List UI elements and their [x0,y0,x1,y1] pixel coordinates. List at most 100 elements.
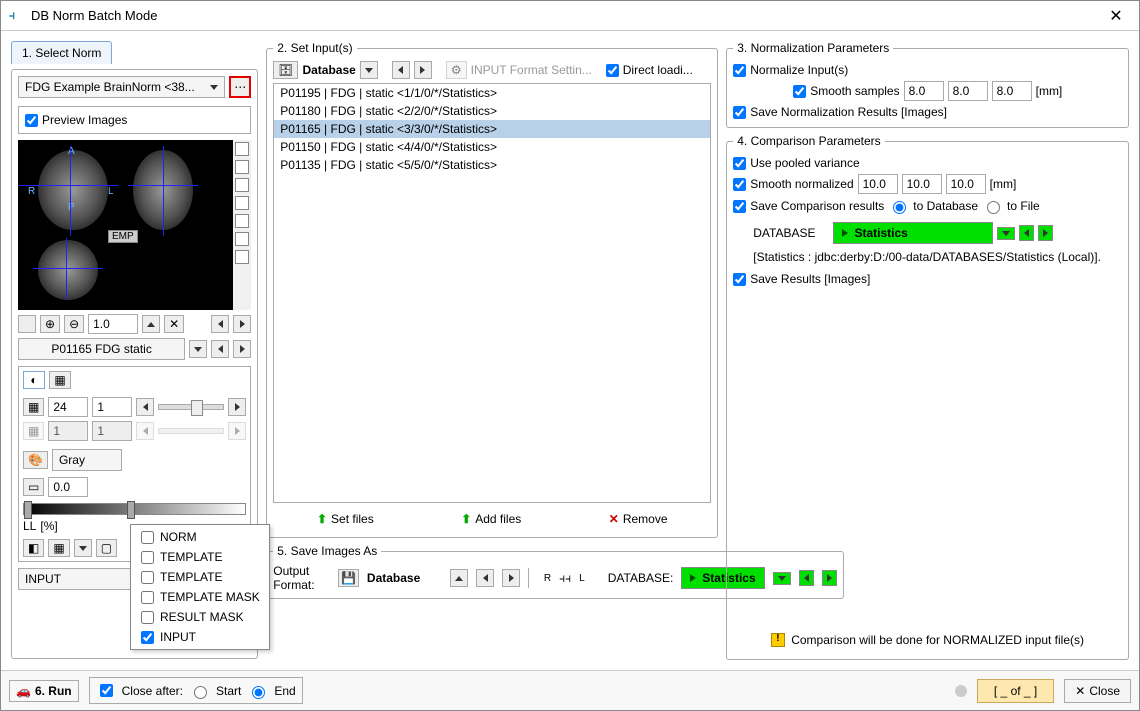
zoom-up-button[interactable] [142,315,160,333]
smooth-n3[interactable] [946,174,986,194]
db-next-button[interactable] [414,61,432,79]
save-results-checkbox[interactable]: Save Results [Images] [733,270,1122,288]
window-close-button[interactable]: ✕ [1101,1,1131,31]
list-item[interactable]: P01165 | FDG | static <3/3/0/*/Statistic… [274,120,710,138]
popup-item-template-mask[interactable]: TEMPLATE MASK [131,587,269,607]
palette-icon[interactable]: 🎨 [23,451,48,469]
save-up-button[interactable] [450,569,468,587]
smooth-n2[interactable] [902,174,942,194]
list-item[interactable]: P01195 | FDG | static <1/1/0/*/Statistic… [274,84,710,102]
frame-a-icon[interactable]: ▦ [23,398,44,416]
bi-2[interactable]: ▦ [48,539,69,557]
zoom-clear-button[interactable]: ✕ [164,315,184,333]
smooth-s1[interactable] [904,81,944,101]
close-icon: ✕ [1075,684,1085,698]
inputs-list[interactable]: P01195 | FDG | static <1/1/0/*/Statistic… [273,83,711,503]
radio-start[interactable] [194,686,207,699]
smooth-n1[interactable] [858,174,898,194]
save-next-button[interactable] [502,569,520,587]
tab-select-norm[interactable]: 1. Select Norm [11,41,112,64]
tab-contrast-icon[interactable]: ◐ [23,371,45,389]
zoom-fit-icon[interactable]: ⊕ [40,315,60,333]
smooth-s3[interactable] [992,81,1032,101]
tab-grid-icon[interactable]: ▦ [49,371,71,389]
frame-a-prev[interactable] [136,398,154,416]
image-dropdown[interactable]: P01165 FDG static [18,338,185,360]
db-dd-button[interactable] [360,61,378,79]
image-next-button[interactable] [233,340,251,358]
zoom-next-button[interactable] [233,315,251,333]
smooth-samples-checkbox[interactable] [793,85,806,98]
tool-icon-4[interactable] [235,196,249,210]
run-button[interactable]: 🚗 6. Run [9,680,79,702]
warning-icon [771,633,785,647]
zoom-reset-icon[interactable]: ⊖ [64,315,84,333]
list-item[interactable]: P01180 | FDG | static <2/2/0/*/Statistic… [274,102,710,120]
bi-dd[interactable] [74,539,92,557]
norm-details-button[interactable]: ⋯ [229,76,251,98]
norm-dropdown[interactable]: FDG Example BrainNorm <38... [18,76,225,98]
pooled-variance-checkbox[interactable]: Use pooled variance [733,154,1122,172]
radio-to-file[interactable] [987,201,1000,214]
normalize-inputs-checkbox[interactable]: Normalize Input(s) [733,61,1122,79]
preview-images-checkbox[interactable]: Preview Images [25,111,244,129]
ellipsis-icon: ⋯ [234,80,246,94]
popup-item-norm[interactable]: NORM [131,527,269,547]
format-gear-icon: ⚙ [446,61,467,79]
close-after-checkbox[interactable] [100,684,113,697]
database-icon[interactable]: 🗄 [273,61,298,79]
image-preview[interactable]: A R L P EMP [18,140,233,310]
tool-icon-1[interactable] [235,142,249,156]
frame-a-slider[interactable] [158,404,224,410]
orient-R: R [28,186,35,197]
empty-check-button[interactable] [18,315,36,333]
pct-label: [%] [40,519,57,533]
zoom-prev-button[interactable] [211,315,229,333]
frame-a-input[interactable] [48,397,88,417]
popup-item-input[interactable]: INPUT [131,627,269,647]
zoom-input[interactable] [88,314,138,334]
smooth-norm-checkbox[interactable] [733,178,746,191]
stats-dd-button[interactable] [997,227,1015,240]
stats-prev-button[interactable] [1019,225,1034,241]
gradient-bar[interactable] [23,503,246,515]
list-item[interactable]: P01135 | FDG | static <5/5/0/*/Statistic… [274,156,710,174]
progress-of-button[interactable]: [ _ of _ ] [977,679,1054,703]
image-dd-button[interactable] [189,340,207,358]
list-item[interactable]: P01150 | FDG | static <4/4/0/*/Statistic… [274,138,710,156]
save-icon[interactable]: 💾 [338,569,359,587]
orient-P: P [68,202,75,213]
popup-item-template1[interactable]: TEMPLATE [131,547,269,567]
radio-end[interactable] [252,686,265,699]
opacity-input[interactable] [48,477,88,497]
tool-icon-3[interactable] [235,178,249,192]
tool-icon-6[interactable] [235,232,249,246]
frame-b-input[interactable] [92,397,132,417]
colormap-dropdown[interactable]: Gray [52,449,122,471]
stats-button[interactable]: Statistics [833,222,993,244]
bi-1[interactable]: ◧ [23,539,44,557]
opacity-icon[interactable]: ▭ [23,478,44,496]
split-icon[interactable]: ⫞⫞ [559,571,571,586]
tool-icon-7[interactable] [235,250,249,264]
radio-to-db[interactable] [893,201,906,214]
popup-item-result-mask[interactable]: RESULT MASK [131,607,269,627]
tool-icon-5[interactable] [235,214,249,228]
preview-checkbox-input[interactable] [25,114,38,127]
tool-icon-2[interactable] [235,160,249,174]
stats-next-button[interactable] [1038,225,1053,241]
db-prev-button[interactable] [392,61,410,79]
close-button[interactable]: ✕Close [1064,679,1131,703]
remove-button[interactable]: ✕Remove [600,507,677,531]
popup-item-template2[interactable]: TEMPLATE [131,567,269,587]
smooth-s2[interactable] [948,81,988,101]
image-prev-button[interactable] [211,340,229,358]
save-norm-results-checkbox[interactable]: Save Normalization Results [Images] [733,103,1122,121]
add-files-button[interactable]: ⬆Add files [452,507,530,531]
set-files-button[interactable]: ⬆Set files [308,507,383,531]
save-comp-checkbox[interactable] [733,200,746,213]
save-prev-button[interactable] [476,569,494,587]
frame-a-next[interactable] [228,398,246,416]
direct-loading-checkbox[interactable]: Direct loadi... [606,61,693,79]
bi-3[interactable]: ▢ [96,539,117,557]
